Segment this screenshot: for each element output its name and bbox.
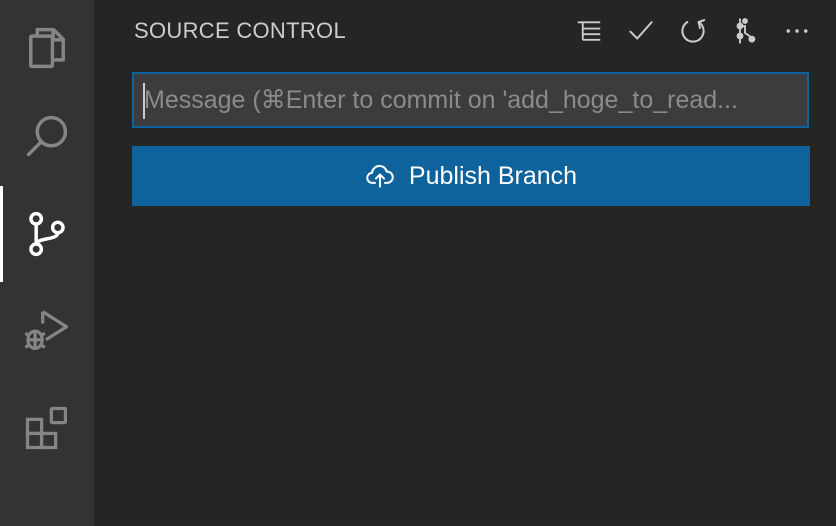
activity-search[interactable] <box>0 88 94 184</box>
publish-branch-label: Publish Branch <box>408 161 578 190</box>
refresh-icon <box>681 19 706 43</box>
source-control-panel: SOURCE CONTROL Message (⌘Enter to commit… <box>94 0 836 526</box>
commit-button[interactable] <box>622 12 660 50</box>
cloud-upload-icon <box>366 164 394 188</box>
activity-explorer[interactable] <box>0 0 94 96</box>
source-control-icon <box>29 211 65 257</box>
commit-message-input[interactable] <box>134 74 807 126</box>
run-debug-icon <box>24 310 69 351</box>
commit-message-box <box>132 72 809 128</box>
text-caret <box>143 83 145 119</box>
panel-header: SOURCE CONTROL <box>94 0 836 62</box>
panel-title: SOURCE CONTROL <box>134 18 346 43</box>
commit-check-icon <box>629 21 653 40</box>
more-actions-button[interactable] <box>778 12 816 50</box>
publish-branch-button[interactable]: Publish Branch <box>132 146 810 206</box>
activity-run-debug[interactable] <box>0 282 94 378</box>
branch-graph-icon <box>736 18 756 44</box>
activity-source-control[interactable] <box>0 186 94 282</box>
view-as-tree-icon <box>577 21 601 41</box>
refresh-button[interactable] <box>674 12 712 50</box>
activity-extensions[interactable] <box>0 380 94 476</box>
files-icon <box>29 27 65 69</box>
branch-graph-button[interactable] <box>726 12 764 50</box>
search-icon <box>26 115 68 157</box>
more-actions-icon <box>786 29 808 33</box>
extensions-icon <box>25 406 68 450</box>
view-as-tree-button[interactable] <box>570 12 608 50</box>
header-actions <box>570 12 816 50</box>
activity-bar <box>0 0 94 526</box>
